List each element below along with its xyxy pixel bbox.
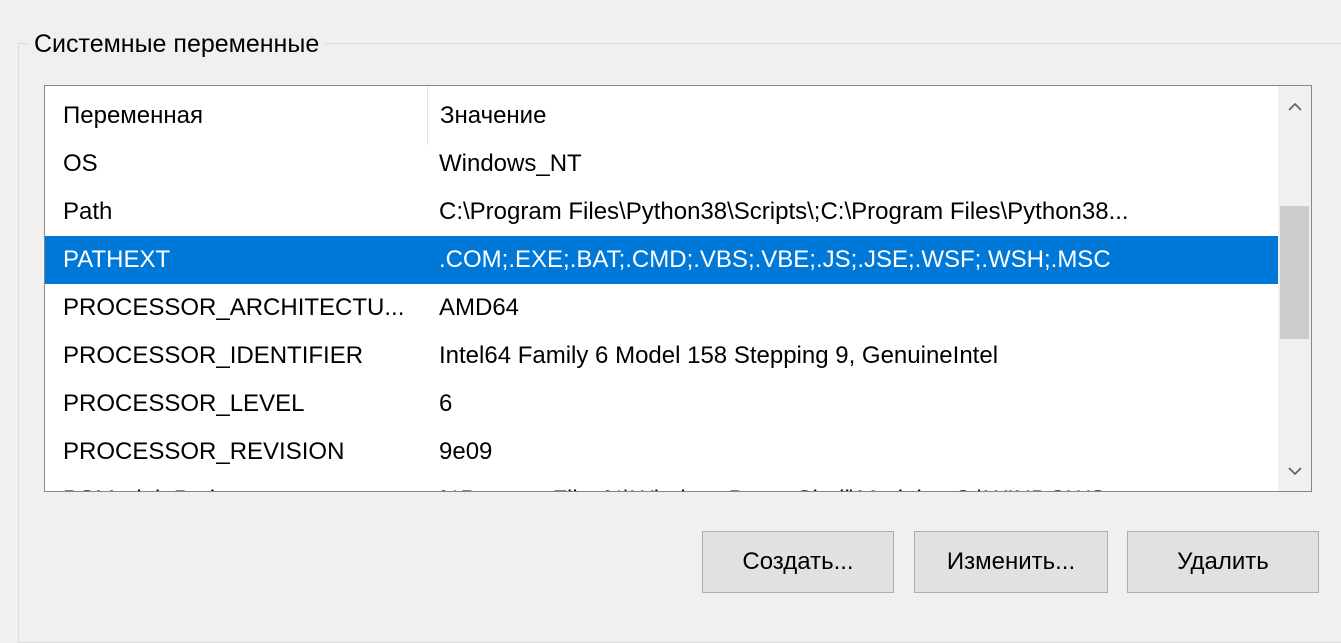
variable-name-cell: PROCESSOR_REVISION [63, 438, 345, 465]
system-variables-list[interactable]: Переменная Значение OS Windows_NT Path C:\P… [44, 85, 1312, 492]
list-header: Переменная Значение [45, 86, 1278, 145]
group-title: Системные переменные [28, 28, 326, 60]
table-row[interactable]: PROCESSOR_REVISION 9e09 [45, 428, 1278, 476]
variable-value-cell: .COM;.EXE;.BAT;.CMD;.VBS;.VBE;.JS;.JSE;.… [439, 246, 1111, 273]
column-header-value[interactable]: Значение [427, 86, 1278, 145]
variable-value-cell: Windows_NT [439, 150, 582, 177]
variable-value-cell: C:\Program Files\Python38\Scripts\;C:\Pr… [439, 198, 1129, 225]
variable-name-cell: PROCESSOR_IDENTIFIER [63, 342, 364, 369]
variable-value-cell: %ProgramFiles%\WindowsPowerShell\Modules… [427, 476, 1278, 491]
variable-value-cell: Intel64 Family 6 Model 158 Stepping 9, G… [439, 342, 999, 369]
create-button[interactable]: Создать... [702, 531, 894, 593]
edit-button[interactable]: Изменить... [914, 531, 1108, 593]
chevron-down-icon [1287, 466, 1302, 475]
variable-name-cell: PROCESSOR_ARCHITECTU... [63, 294, 405, 321]
variable-value-cell: 6 [439, 390, 453, 417]
scroll-thumb[interactable] [1280, 206, 1309, 339]
table-row[interactable]: PSModulePath%ProgramFiles%\WindowsPowerS… [45, 476, 1278, 491]
variable-value-cell: 9e09 [439, 438, 493, 465]
table-row[interactable]: Path C:\Program Files\Python38\Scripts\;C… [45, 188, 1278, 236]
list-rows: OS Windows_NT Path C:\Program Files\Python3… [45, 140, 1278, 491]
table-row-selected[interactable]: PATHEXT .COM;.EXE;.BAT;.CMD;.VBS;.VBE;.JS… [45, 236, 1278, 284]
chevron-up-icon [1287, 102, 1302, 111]
vertical-scrollbar[interactable] [1278, 86, 1311, 491]
scroll-down-button[interactable] [1278, 451, 1311, 491]
variable-name-cell: PSModulePath [45, 476, 427, 491]
table-row[interactable]: PROCESSOR_ARCHITECTU... AMD64 [45, 284, 1278, 332]
variable-name-cell: Path [63, 198, 113, 225]
delete-button[interactable]: Удалить [1127, 531, 1319, 593]
variable-name-cell: PATHEXT [63, 246, 171, 273]
variable-value-cell: AMD64 [439, 294, 520, 321]
table-row[interactable]: PROCESSOR_IDENTIFIER Intel64 Family 6 Mod… [45, 332, 1278, 380]
list-content: Переменная Значение OS Windows_NT Path C:\P… [45, 86, 1278, 491]
column-header-variable[interactable]: Переменная [45, 86, 427, 145]
variable-name-cell: OS [63, 150, 98, 177]
table-row[interactable]: OS Windows_NT [45, 140, 1278, 188]
scroll-up-button[interactable] [1278, 86, 1311, 126]
variable-name-cell: PROCESSOR_LEVEL [63, 390, 305, 417]
table-row[interactable]: PROCESSOR_LEVEL 6 [45, 380, 1278, 428]
